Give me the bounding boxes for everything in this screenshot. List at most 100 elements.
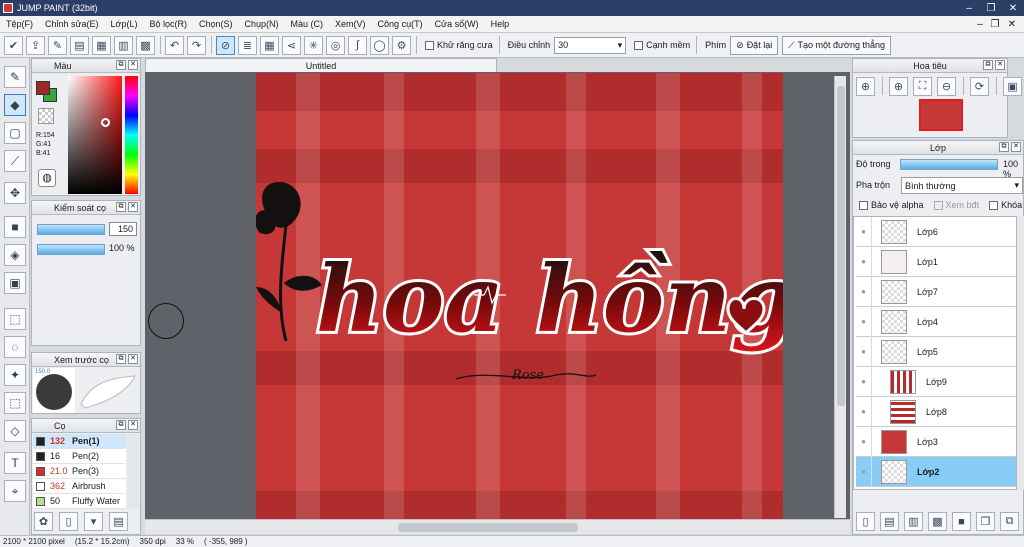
comment-icon[interactable]: ▤ (70, 35, 89, 55)
menu-filter[interactable]: Bộ lọc(R) (143, 19, 193, 29)
protect-alpha-checkbox[interactable]: Bảo vệ alpha (859, 200, 924, 210)
panel-float-icon[interactable]: ⧉ (116, 202, 126, 212)
layer-row-selected[interactable]: ● Lớp2 (856, 456, 1016, 487)
redo-icon[interactable]: ↷ (187, 35, 206, 55)
document-tab[interactable]: Untitled (145, 58, 497, 73)
layer-visibility-icon[interactable]: ● (856, 306, 872, 337)
brush-size-slider[interactable] (37, 224, 105, 235)
panel-close-icon[interactable]: ✕ (995, 60, 1005, 70)
layer-mask-icon[interactable]: ▥ (904, 512, 923, 531)
fit-screen-icon[interactable]: ⛶ (913, 77, 932, 96)
draft-checkbox[interactable]: Xem bđt (933, 200, 979, 210)
undo-icon[interactable]: ↶ (165, 35, 184, 55)
ellipse-ruler-icon[interactable]: ◯ (370, 35, 389, 55)
lock-checkbox[interactable]: Khóa (989, 200, 1022, 210)
panel-float-icon[interactable]: ⧉ (983, 60, 993, 70)
pen-settings-icon[interactable]: ✿ (34, 512, 53, 531)
pen-menu-icon[interactable]: ▾ (84, 512, 103, 531)
close-button[interactable]: ✕ (1002, 3, 1024, 14)
new-layer-copy-icon[interactable]: ▤ (880, 512, 899, 531)
eraser-tool-icon[interactable]: ◆ (4, 94, 26, 116)
parallel-ruler-icon[interactable]: ≣ (238, 35, 257, 55)
soft-edge-check-icon[interactable] (634, 40, 644, 50)
grid-ruler-icon[interactable]: ▦ (260, 35, 279, 55)
flip-icon[interactable]: ▣ (1003, 77, 1022, 96)
brush-settings-icon[interactable]: ✔ (4, 35, 23, 55)
duplicate-layer-icon[interactable]: ❐ (976, 512, 995, 531)
layer-row[interactable]: ● Lớp9 (856, 366, 1016, 397)
pen-item[interactable]: 50 Fluffy Water (33, 494, 126, 509)
layer-row[interactable]: ● Lớp1 (856, 246, 1016, 277)
eyedropper-tool-icon[interactable]: ⌖ (4, 480, 26, 502)
layer-visibility-icon[interactable]: ● (856, 366, 872, 397)
panel-float-icon[interactable]: ⧉ (116, 420, 126, 430)
pen-item[interactable]: 132 Pen(1) (33, 434, 126, 449)
panel-close-icon[interactable]: ✕ (128, 354, 138, 364)
export-icon[interactable]: ⇪ (26, 35, 45, 55)
panel-float-icon[interactable]: ⧉ (999, 142, 1009, 152)
layer-visibility-icon[interactable]: ● (856, 456, 872, 487)
minimize-button[interactable]: – (958, 3, 980, 14)
layer-row[interactable]: ● Lớp7 (856, 276, 1016, 307)
pen-item[interactable]: 21.0 Pen(3) (33, 464, 126, 479)
reset-button[interactable]: ⊘ Đặt lại (730, 35, 779, 55)
brush-size-value[interactable]: 150 (109, 222, 137, 236)
panel-close-icon[interactable]: ✕ (128, 202, 138, 212)
magic-wand-icon[interactable]: ✦ (4, 364, 26, 386)
foreground-color-swatch[interactable] (36, 81, 50, 95)
panel-close-icon[interactable]: ✕ (128, 60, 138, 70)
menu-select[interactable]: Chọn(S) (193, 19, 239, 29)
curve-ruler-icon[interactable]: ∫ (348, 35, 367, 55)
scrollbar-thumb[interactable] (398, 523, 578, 532)
rectangle-select-tool-icon[interactable]: ▢ (4, 122, 26, 144)
layer-row[interactable]: ● Lớp5 (856, 336, 1016, 367)
layer-visibility-icon[interactable]: ● (856, 216, 872, 247)
straight-line-button[interactable]: ⟋ Tạo một đường thẳng (782, 35, 891, 55)
layer-visibility-icon[interactable]: ● (856, 336, 872, 367)
fill-tool-icon[interactable]: ◈ (4, 244, 26, 266)
panel-close-icon[interactable]: ✕ (128, 420, 138, 430)
menu-color[interactable]: Màu (C) (285, 19, 330, 29)
blend-mode-select[interactable]: Bình thường ▾ (901, 177, 1023, 194)
pen-list-scrollbar[interactable] (127, 434, 139, 509)
canvas-horizontal-scrollbar[interactable] (145, 519, 850, 534)
grid-icon[interactable]: ▩ (136, 35, 155, 55)
lasso-tool-icon[interactable]: ◌ (4, 336, 26, 358)
speech-bubble-icon[interactable]: ✎ (48, 35, 67, 55)
layer-visibility-icon[interactable]: ● (856, 396, 872, 427)
menu-view[interactable]: Xem(V) (329, 19, 372, 29)
maximize-button[interactable]: ❐ (980, 3, 1002, 14)
text-tool-icon[interactable]: T (4, 452, 26, 474)
merge-layer-icon[interactable]: ⧉ (1000, 512, 1019, 531)
menu-layer[interactable]: Lớp(L) (105, 19, 144, 29)
panel-close-icon[interactable]: ✕ (1011, 142, 1021, 152)
doc-restore-icon[interactable]: ❐ (991, 19, 1000, 30)
doc-close-icon[interactable]: ✕ (1008, 19, 1016, 30)
menu-file[interactable]: Tệp(F) (0, 19, 39, 29)
artwork-canvas[interactable]: hoa hồng Rose (256, 73, 783, 519)
select-rect-icon[interactable]: ⬚ (4, 308, 26, 330)
zoom-in-icon[interactable]: ⊕ (856, 77, 875, 96)
rotate-icon[interactable]: ⟳ (970, 77, 989, 96)
shape-tool-icon[interactable]: ■ (4, 216, 26, 238)
layer-row[interactable]: ● Lớp4 (856, 306, 1016, 337)
document-icon[interactable]: ▥ (114, 35, 133, 55)
page-icon[interactable]: ▦ (92, 35, 111, 55)
canvas-area[interactable]: hoa hồng Rose (145, 72, 850, 519)
menu-edit[interactable]: Chỉnh sửa(E) (39, 19, 105, 29)
menu-tools[interactable]: Công cụ(T) (372, 19, 429, 29)
panel-float-icon[interactable]: ⧉ (116, 354, 126, 364)
line-tool-icon[interactable]: ⟋ (4, 150, 26, 172)
antialias-check-icon[interactable] (425, 40, 434, 50)
menu-help[interactable]: Help (485, 19, 516, 29)
panel-float-icon[interactable]: ⧉ (116, 60, 126, 70)
brush-tool-icon[interactable]: ✎ (4, 66, 26, 88)
menu-window[interactable]: Cửa sổ(W) (429, 19, 485, 29)
layer-row[interactable]: ● Lớp6 (856, 216, 1016, 247)
layer-opacity-slider[interactable] (900, 159, 998, 170)
protect-alpha-check-icon[interactable] (859, 200, 868, 210)
concentric-ruler-icon[interactable]: ◎ (326, 35, 345, 55)
soft-edge-checkbox[interactable]: Cạnh mềm (634, 40, 690, 50)
pen-item[interactable]: 16 Pen(2) (33, 449, 126, 464)
layer-visibility-icon[interactable]: ● (856, 426, 872, 457)
